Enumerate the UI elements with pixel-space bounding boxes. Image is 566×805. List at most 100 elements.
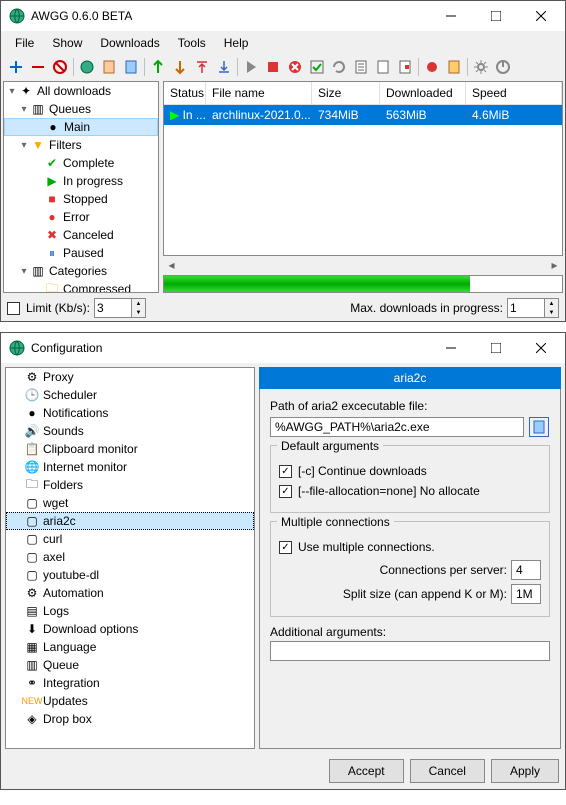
cfg-language[interactable]: ▦Language (6, 638, 254, 656)
downloads-table[interactable]: Status File name Size Downloaded Speed ▶… (163, 81, 563, 256)
conn-input[interactable]: 4 (511, 560, 541, 580)
menu-file[interactable]: File (7, 33, 42, 53)
tree-paused[interactable]: Paused (63, 246, 104, 260)
max-input[interactable]: 1 (507, 298, 545, 318)
split-input[interactable]: 1M (511, 584, 541, 604)
menu-downloads[interactable]: Downloads (92, 33, 167, 53)
tree-all[interactable]: All downloads (37, 84, 111, 98)
max-label: Max. downloads in progress: (350, 301, 503, 315)
cfg-sounds[interactable]: 🔊Sounds (6, 422, 254, 440)
cancel-button[interactable]: Cancel (410, 759, 485, 783)
cfg-wget[interactable]: ▢wget (6, 494, 254, 512)
cfg-folders[interactable]: 🗀Folders (6, 476, 254, 494)
addargs-input[interactable] (270, 641, 550, 661)
delete-icon[interactable] (285, 57, 305, 77)
max-spinner[interactable]: ▲▼ (545, 298, 559, 318)
noalloc-label: [--file-allocation=none] No allocate (298, 484, 480, 498)
table-row[interactable]: ▶ In ... archlinux-2021.0... 734MiB 563M… (164, 105, 562, 125)
cfg-aria2c[interactable]: ▢aria2c (6, 512, 254, 530)
cfg-updates[interactable]: NEWUpdates (6, 692, 254, 710)
log-icon[interactable] (395, 57, 415, 77)
cfg-automation[interactable]: ⚙Automation (6, 584, 254, 602)
addargs-label: Additional arguments: (270, 625, 550, 639)
nav-tree[interactable]: ▾✦All downloads ▾▥Queues ●Main ▾▼Filters… (3, 81, 159, 293)
add-icon[interactable] (6, 57, 26, 77)
props-icon[interactable] (351, 57, 371, 77)
stop-icon[interactable] (263, 57, 283, 77)
tree-filters[interactable]: Filters (49, 138, 82, 152)
play-icon[interactable] (241, 57, 261, 77)
cfg-logs[interactable]: ▤Logs (6, 602, 254, 620)
col-downloaded[interactable]: Downloaded (380, 82, 466, 104)
col-size[interactable]: Size (312, 82, 380, 104)
limit-input[interactable]: 3 (94, 298, 132, 318)
minus-icon[interactable] (28, 57, 48, 77)
menu-tools[interactable]: Tools (170, 33, 214, 53)
tree-complete[interactable]: Complete (63, 156, 114, 170)
clipboard-icon[interactable] (99, 57, 119, 77)
cfg-scheduler[interactable]: 🕒Scheduler (6, 386, 254, 404)
paste-icon[interactable] (444, 57, 464, 77)
tree-inprogress[interactable]: In progress (63, 174, 123, 188)
cfg-clipboard[interactable]: 📋Clipboard monitor (6, 440, 254, 458)
config-tree[interactable]: ⚙Proxy 🕒Scheduler ●Notifications 🔊Sounds… (5, 367, 255, 749)
limit-checkbox[interactable] (7, 302, 20, 315)
usemulti-label: Use multiple connections. (298, 540, 435, 554)
col-speed[interactable]: Speed (466, 82, 562, 104)
scroll-left-icon[interactable]: ◂ (163, 256, 180, 273)
cfg-curl[interactable]: ▢curl (6, 530, 254, 548)
browse-button[interactable] (529, 417, 549, 437)
folder-icon[interactable] (373, 57, 393, 77)
import-icon[interactable] (121, 57, 141, 77)
cfg-queue[interactable]: ▥Queue (6, 656, 254, 674)
tree-stopped[interactable]: Stopped (63, 192, 108, 206)
accept-button[interactable]: Accept (329, 759, 404, 783)
check-icon[interactable] (307, 57, 327, 77)
cfg-dropbox[interactable]: ◈Drop box (6, 710, 254, 728)
cfg-internet[interactable]: 🌐Internet monitor (6, 458, 254, 476)
tree-error[interactable]: Error (63, 210, 90, 224)
cfg-download-options[interactable]: ⬇Download options (6, 620, 254, 638)
close-button[interactable] (518, 334, 563, 362)
down-icon[interactable] (170, 57, 190, 77)
h-scrollbar[interactable]: ◂ ▸ (163, 256, 563, 273)
cfg-proxy[interactable]: ⚙Proxy (6, 368, 254, 386)
menu-help[interactable]: Help (216, 33, 257, 53)
tree-canceled[interactable]: Canceled (63, 228, 114, 242)
usemulti-checkbox[interactable]: ✓ (279, 541, 292, 554)
gear-icon[interactable] (471, 57, 491, 77)
scroll-right-icon[interactable]: ▸ (546, 256, 563, 273)
tree-queues[interactable]: Queues (49, 102, 91, 116)
minimize-button[interactable] (428, 334, 473, 362)
tree-categories[interactable]: Categories (49, 264, 107, 278)
continue-checkbox[interactable]: ✓ (279, 465, 292, 478)
tree-main-queue[interactable]: Main (64, 120, 90, 134)
cfg-notifications[interactable]: ●Notifications (6, 404, 254, 422)
refresh-icon[interactable] (329, 57, 349, 77)
menu-show[interactable]: Show (44, 33, 90, 53)
path-input[interactable]: %AWGG_PATH%\aria2c.exe (270, 417, 524, 437)
cancel-icon[interactable] (50, 57, 70, 77)
proxy-icon: ⚙ (24, 369, 40, 385)
record-icon[interactable] (422, 57, 442, 77)
minimize-button[interactable] (428, 2, 473, 30)
globe-icon[interactable] (77, 57, 97, 77)
top-icon[interactable] (192, 57, 212, 77)
tree-compressed[interactable]: Compressed (63, 282, 131, 293)
exit-icon[interactable] (493, 57, 513, 77)
maximize-button[interactable] (473, 334, 518, 362)
cfg-youtubedl[interactable]: ▢youtube-dl (6, 566, 254, 584)
star-icon: ✦ (18, 83, 34, 99)
cfg-integration[interactable]: ⚭Integration (6, 674, 254, 692)
close-button[interactable] (518, 2, 563, 30)
apply-button[interactable]: Apply (491, 759, 559, 783)
limit-spinner[interactable]: ▲▼ (132, 298, 146, 318)
up-icon[interactable] (148, 57, 168, 77)
queues-icon: ▥ (30, 101, 46, 117)
cfg-axel[interactable]: ▢axel (6, 548, 254, 566)
col-status[interactable]: Status (164, 82, 206, 104)
maximize-button[interactable] (473, 2, 518, 30)
col-name[interactable]: File name (206, 82, 312, 104)
noalloc-checkbox[interactable]: ✓ (279, 485, 292, 498)
bottom-icon[interactable] (214, 57, 234, 77)
